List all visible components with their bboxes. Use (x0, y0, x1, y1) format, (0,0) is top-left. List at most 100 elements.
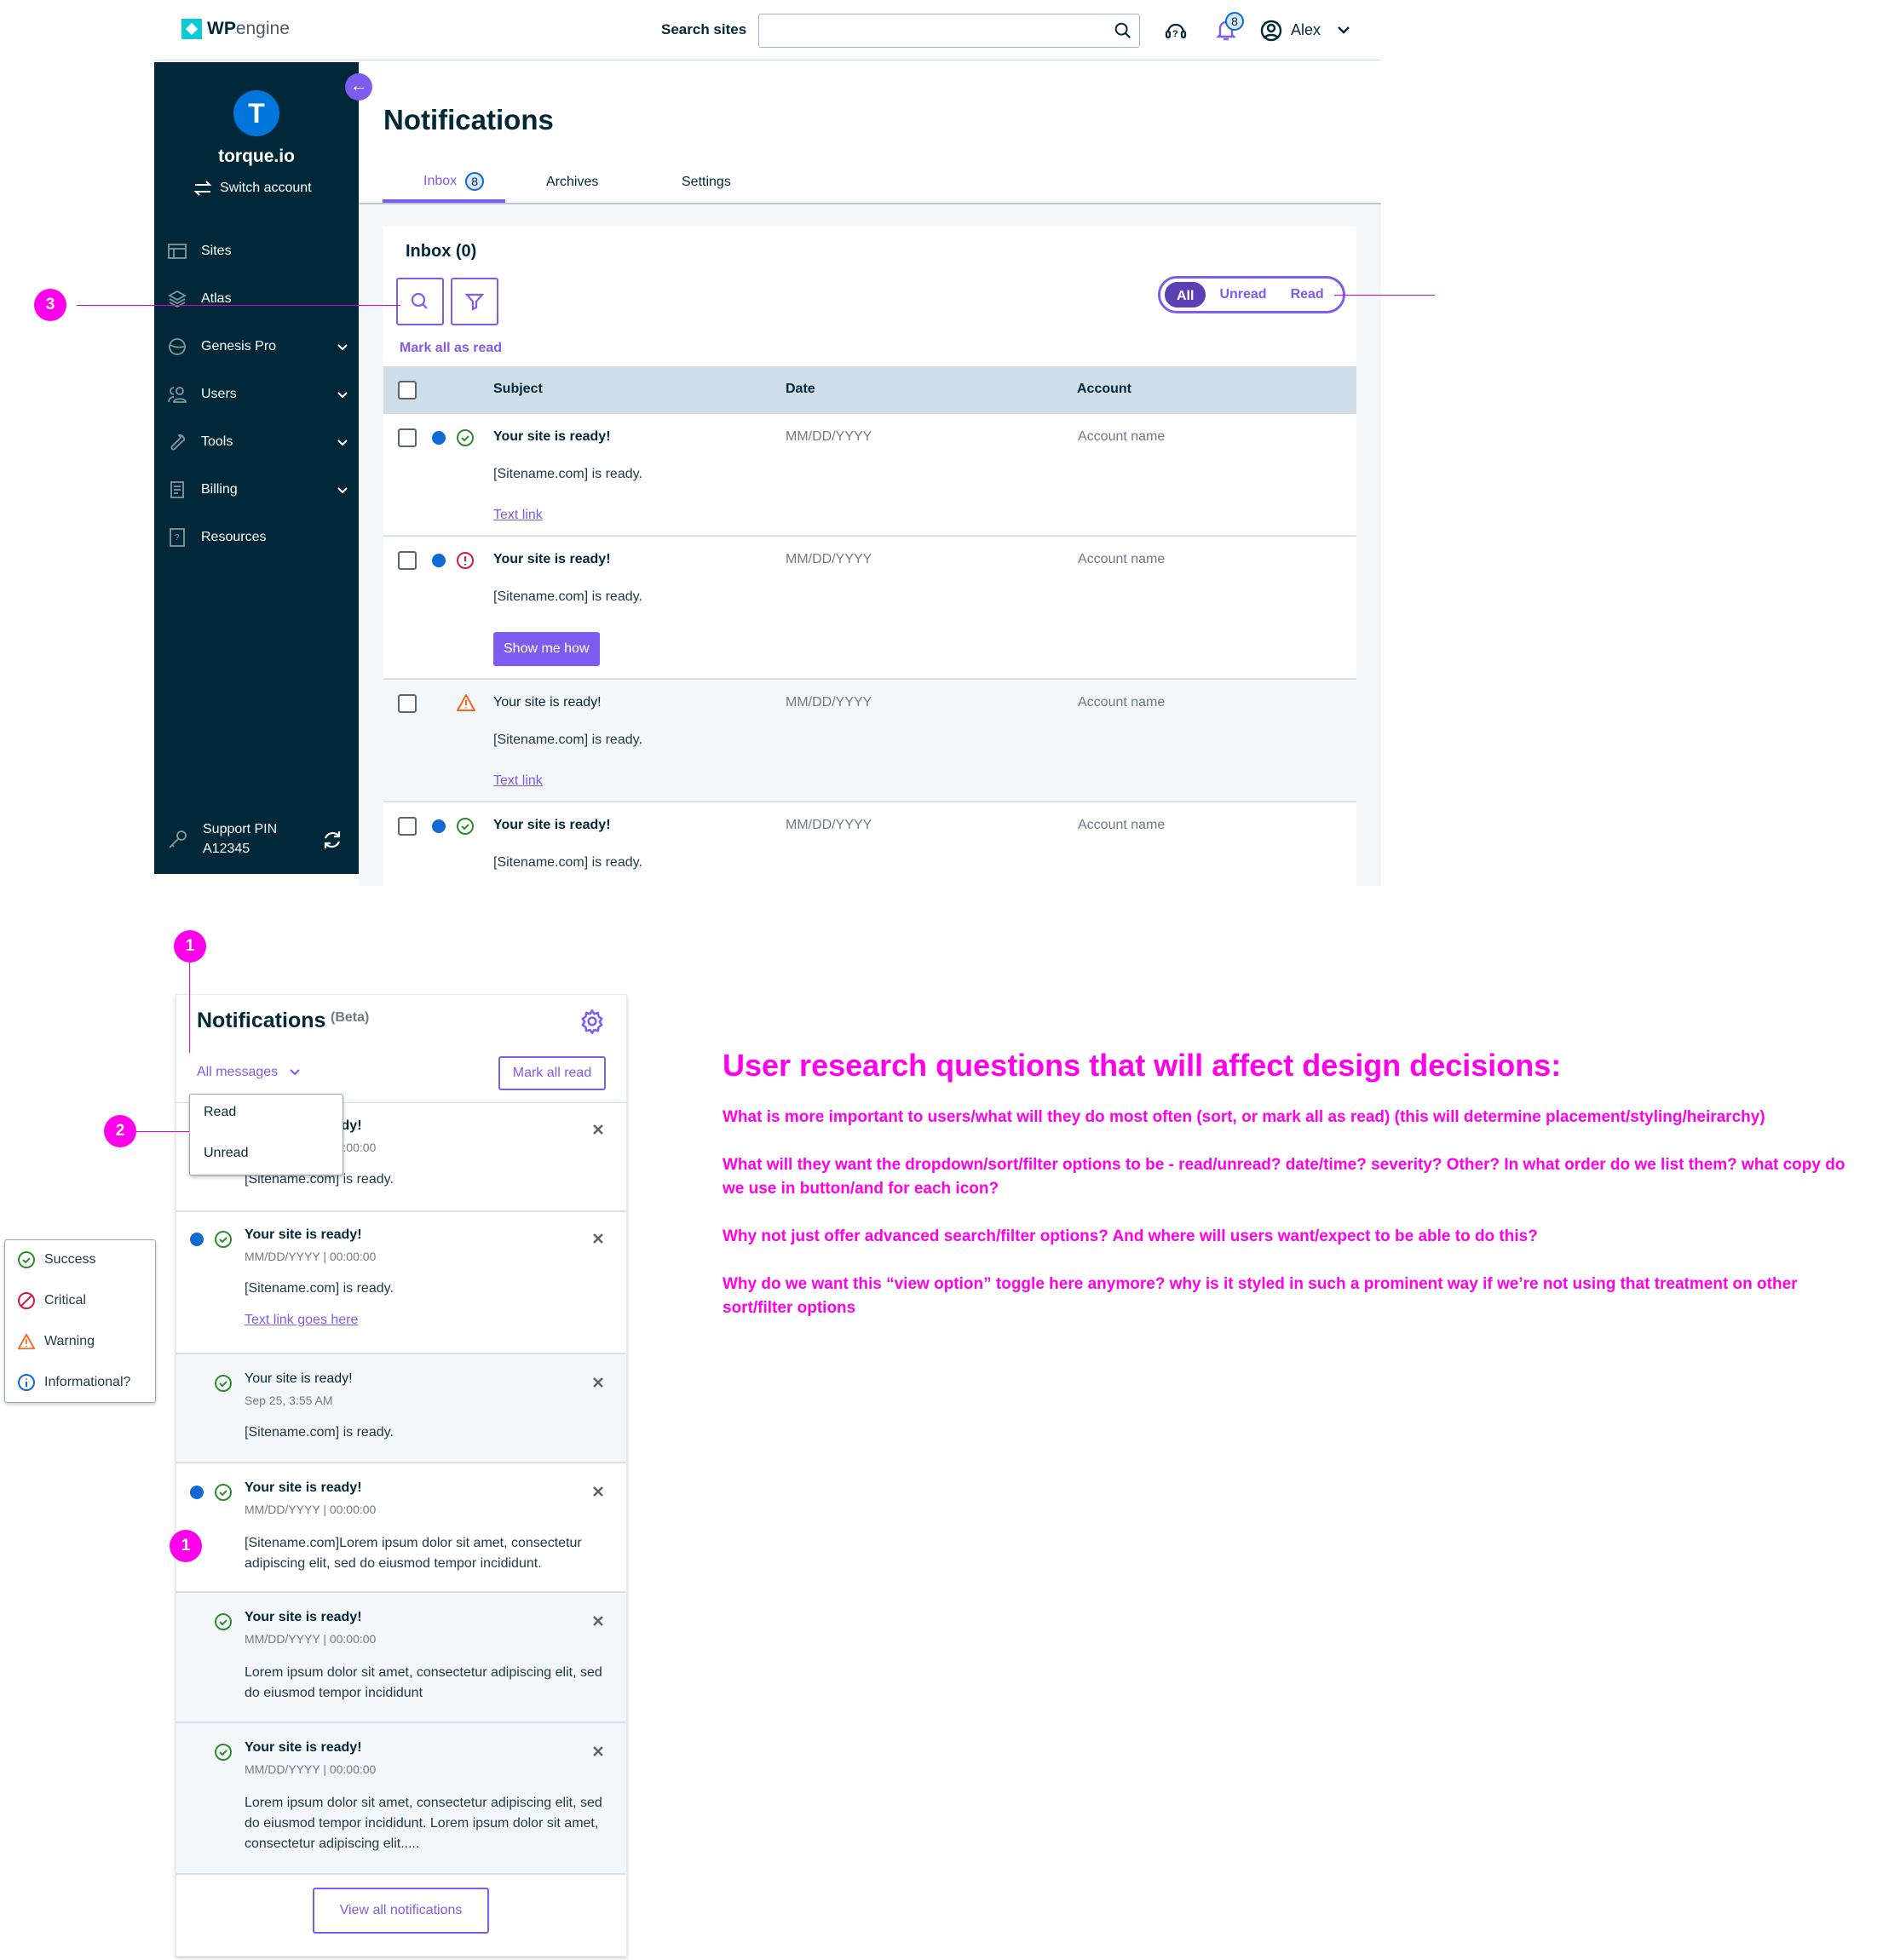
view-all-notifications-button[interactable]: View all notifications (313, 1888, 489, 1934)
row-checkbox[interactable] (398, 428, 417, 447)
unread-dot (190, 1486, 204, 1499)
notification-subject: Your site is ready! (245, 1371, 353, 1386)
success-check-icon (215, 1613, 232, 1630)
warning-triangle-icon (457, 694, 475, 711)
beta-label: (Beta) (331, 1010, 370, 1025)
row-text-link[interactable]: Text link (493, 508, 543, 523)
column-header-account[interactable]: Account (1077, 382, 1131, 397)
user-name[interactable]: Alex (1291, 21, 1321, 39)
annotation-line (1334, 295, 1435, 296)
search-input[interactable] (758, 14, 1140, 48)
row-checkbox[interactable] (398, 551, 417, 570)
notification-body: [Sitename.com]Lorem ipsum dolor sit amet… (245, 1536, 582, 1571)
sidebar-item-label: Genesis Pro (201, 339, 277, 353)
select-all-checkbox[interactable] (398, 381, 417, 399)
sidebar-item-label: Users (201, 387, 237, 401)
filter-dropdown-menu: Read Unread (189, 1094, 343, 1175)
view-option-toggle[interactable]: All Unread Read (1158, 276, 1345, 313)
sidebar-item-tools[interactable]: Tools (167, 429, 350, 455)
toggle-option-unread[interactable]: Unread (1207, 280, 1278, 309)
severity-legend: Success Critical Warning Informational? (4, 1239, 156, 1403)
help-headset-icon[interactable]: ? (1164, 19, 1188, 43)
table-row[interactable] (383, 802, 1356, 886)
annotation-marker-1: 1 (174, 930, 206, 963)
close-icon[interactable] (590, 1122, 606, 1137)
close-icon[interactable] (590, 1231, 606, 1246)
success-check-icon (18, 1251, 35, 1268)
legend-item-informational: Informational? (17, 1373, 130, 1392)
annotation-line (189, 963, 190, 1053)
notification-subject: Your site is ready! (245, 1610, 362, 1624)
chevron-down-icon[interactable] (1334, 20, 1353, 39)
tab-inbox[interactable]: Inbox 8 (423, 172, 485, 191)
svg-text:?: ? (1172, 29, 1178, 39)
dropdown-option-unread[interactable]: Unread (204, 1146, 248, 1161)
resources-icon: ? (170, 528, 185, 547)
notification-body: [Sitename.com] is ready. (245, 1425, 394, 1440)
row-text-link[interactable]: Text link (493, 773, 543, 789)
notification-item[interactable]: Your site is ready! MM/DD/YYYY | 00:00:0… (176, 1723, 626, 1875)
support-pin-value: A12345 (203, 842, 250, 856)
sidebar-item-atlas[interactable]: Atlas (167, 286, 350, 312)
notification-item[interactable]: Your site is ready! MM/DD/YYYY | 00:00:0… (176, 1212, 626, 1354)
sidebar-item-users[interactable]: Users (167, 382, 350, 407)
switch-account-link[interactable]: Switch account (193, 179, 312, 198)
warning-triangle-icon (17, 1333, 36, 1350)
collapse-sidebar-button[interactable]: ← (345, 73, 372, 101)
filter-button[interactable] (451, 278, 498, 325)
close-icon[interactable] (590, 1375, 606, 1390)
chevron-down-icon[interactable] (335, 339, 350, 354)
row-checkbox[interactable] (398, 817, 417, 836)
notification-subject: Your site is ready! (245, 1227, 362, 1242)
close-icon[interactable] (590, 1744, 606, 1759)
unread-dot (190, 1233, 204, 1246)
close-icon[interactable] (590, 1484, 606, 1499)
account-avatar: T (233, 90, 279, 136)
chevron-down-icon[interactable] (335, 482, 350, 497)
tab-label: Inbox (423, 174, 458, 188)
toggle-option-read[interactable]: Read (1279, 280, 1336, 309)
refresh-icon[interactable] (321, 829, 343, 851)
mark-all-read-button[interactable]: Mark all read (498, 1056, 606, 1090)
active-tab-indicator (383, 199, 505, 203)
row-date: MM/DD/YYYY (786, 552, 872, 566)
notification-link[interactable]: Text link goes here (245, 1313, 358, 1328)
all-messages-dropdown[interactable]: All messages (197, 1065, 302, 1080)
research-question: Why do we want this “view option” toggle… (723, 1275, 1798, 1317)
gear-icon[interactable] (579, 1009, 605, 1034)
column-header-date[interactable]: Date (786, 382, 815, 397)
genesis-icon (169, 338, 186, 355)
notification-item[interactable]: Your site is ready! Sep 25, 3:55 AM [Sit… (176, 1354, 626, 1463)
row-body: [Sitename.com] is ready. (493, 589, 642, 604)
row-checkbox[interactable] (398, 694, 417, 713)
page-title: Notifications (383, 104, 554, 135)
research-question: What is more important to users/what wil… (723, 1108, 1765, 1126)
search-button[interactable] (396, 278, 444, 325)
show-me-how-button[interactable]: Show me how (493, 632, 600, 666)
sidebar-item-resources[interactable]: ? Resources (167, 525, 350, 550)
tab-archives[interactable]: Archives (546, 175, 598, 190)
mark-all-as-read-link[interactable]: Mark all as read (400, 341, 502, 356)
notification-item[interactable]: Your site is ready! MM/DD/YYYY | 00:00:0… (176, 1463, 626, 1593)
row-account: Account name (1078, 429, 1166, 444)
close-icon[interactable] (590, 1613, 606, 1629)
chevron-down-icon[interactable] (335, 387, 350, 402)
chevron-down-icon[interactable] (335, 434, 350, 450)
sidebar-item-genesis-pro[interactable]: Genesis Pro (167, 334, 350, 359)
sidebar-item-sites[interactable]: Sites (167, 239, 350, 264)
notification-item[interactable]: Your site is ready! MM/DD/YYYY | 00:00:0… (176, 1593, 626, 1723)
sidebar-item-billing[interactable]: Billing (167, 477, 350, 503)
dropdown-option-read[interactable]: Read (204, 1105, 236, 1120)
row-date: MM/DD/YYYY (786, 429, 872, 444)
user-avatar-icon[interactable] (1259, 19, 1283, 43)
success-check-icon (457, 818, 474, 835)
tab-label: Settings (682, 175, 731, 189)
wpengine-logo[interactable]: WPengine (181, 19, 290, 39)
column-header-subject[interactable]: Subject (493, 382, 543, 397)
legend-label: Critical (44, 1293, 86, 1308)
sites-icon (168, 244, 187, 259)
tab-settings[interactable]: Settings (682, 175, 731, 190)
search-icon[interactable] (1114, 21, 1132, 40)
row-date: MM/DD/YYYY (786, 818, 872, 832)
toggle-option-all[interactable]: All (1163, 280, 1208, 309)
